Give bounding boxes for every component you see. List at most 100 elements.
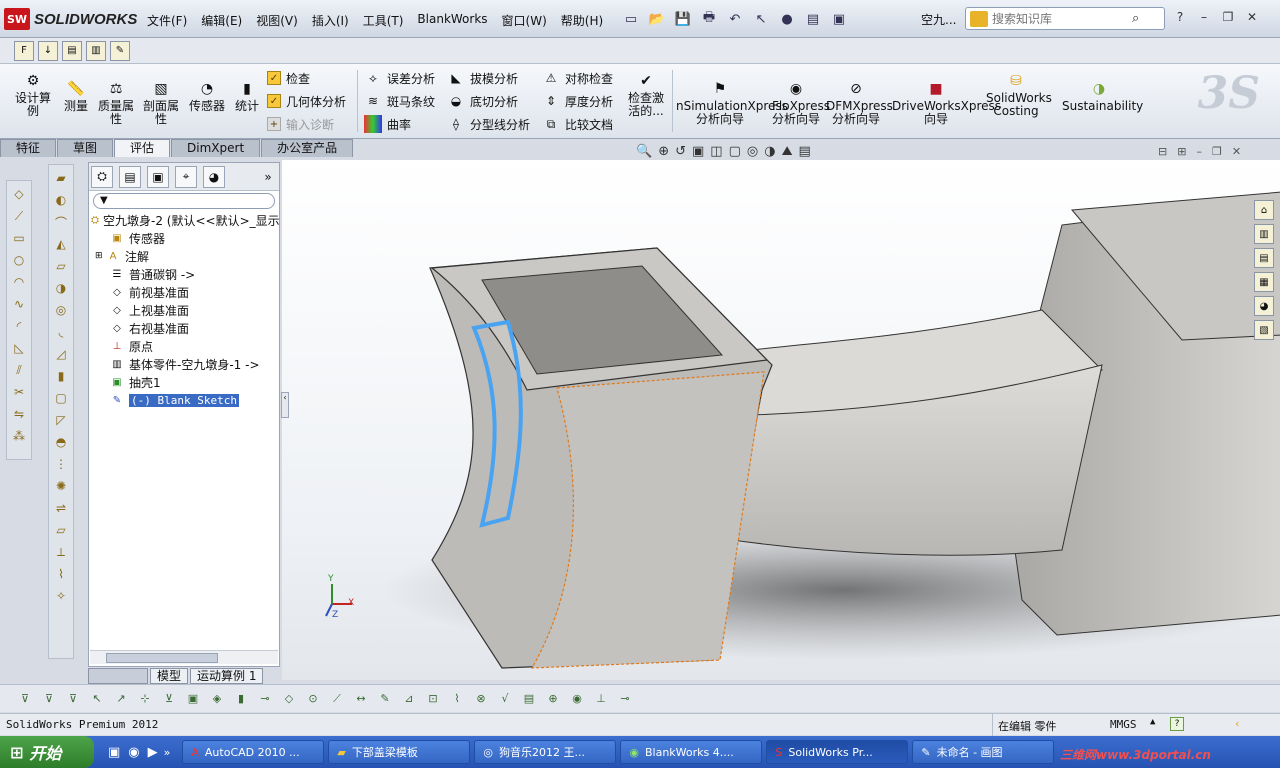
filter-cosmetic-icon[interactable]: ⊗ <box>472 690 490 708</box>
app-logo[interactable]: SW SOLIDWORKS <box>4 7 137 31</box>
graphics-viewport[interactable]: X Y Z ⌂ ▥ ▤ ▦ ◕ ▧ <box>282 160 1280 680</box>
quicklaunch-desktop-icon[interactable]: ▣ <box>108 745 120 760</box>
home-icon[interactable]: ⌂ <box>1254 200 1274 220</box>
filter-faces-icon[interactable]: ▣ <box>184 690 202 708</box>
properties-icon[interactable]: ▧ <box>1254 320 1274 340</box>
mirror-feature-icon[interactable]: ⇌ <box>51 499 71 517</box>
minimize-icon[interactable]: – <box>1194 8 1214 26</box>
filter-gtol-icon[interactable]: ⊿ <box>400 690 418 708</box>
chamfer-feature-icon[interactable]: ◿ <box>51 345 71 363</box>
filter-routing-icon[interactable]: ⊥ <box>592 690 610 708</box>
check-button[interactable]: ✓ 检查 <box>267 68 310 88</box>
menu-insert[interactable]: 插入(I) <box>305 10 356 31</box>
compare-docs-button[interactable]: ⧉ 比较文档 <box>542 114 613 134</box>
fillet-icon[interactable]: ◜ <box>9 317 29 335</box>
quick-tips-icon[interactable]: ? <box>1170 717 1184 731</box>
revolve-icon[interactable]: ◐ <box>51 191 71 209</box>
driveworksxpress-button[interactable]: ■ DriveWorksXpress向导 <box>892 80 1001 126</box>
restore-icon[interactable]: ❐ <box>1218 8 1238 26</box>
filter-off-icon[interactable]: ⊽ <box>40 690 58 708</box>
expand-chevron-icon[interactable]: » <box>257 166 279 188</box>
shell-icon[interactable]: ▢ <box>51 389 71 407</box>
task-folder[interactable]: ▰ 下部盖梁模板 <box>328 740 471 764</box>
menu-window[interactable]: 窗口(W) <box>495 10 554 31</box>
extrude-cut-icon[interactable]: ▱ <box>51 257 71 275</box>
tree-annotations[interactable]: ⊞ A 注解 <box>89 247 279 265</box>
pattern-icon[interactable]: ⁂ <box>9 427 29 445</box>
task-paint[interactable]: ✎ 未命名 - 画图 <box>912 740 1055 764</box>
menu-help[interactable]: 帮助(H) <box>554 10 610 31</box>
viewport-minimize-icon[interactable]: – <box>1196 145 1202 158</box>
filter-axes-icon[interactable]: ⊸ <box>256 690 274 708</box>
expand-plus-icon[interactable]: ⊞ <box>95 251 105 261</box>
select-arrow-icon[interactable]: ↖ <box>750 8 772 30</box>
scene-icon[interactable]: ⛰ <box>782 144 793 159</box>
filter-dowel-icon[interactable]: ◉ <box>568 690 586 708</box>
appearance-icon[interactable]: ◕ <box>1254 296 1274 316</box>
tab-nav-arrows[interactable] <box>88 668 148 684</box>
smart-dimension-icon[interactable]: ◇ <box>9 185 29 203</box>
sustainability-button[interactable]: ◑ Sustainability <box>1062 80 1143 113</box>
plane-icon[interactable]: ▱ <box>51 521 71 539</box>
print-icon[interactable]: 🖶 <box>698 8 720 30</box>
view-settings-icon[interactable]: ▤ <box>799 144 811 159</box>
geometry-analysis-button[interactable]: ✓ 几何体分析 <box>267 91 346 111</box>
dfmxpress-button[interactable]: ⊘ DFMXpress分析向导 <box>826 80 893 126</box>
filter-toggle-icon[interactable]: ⊽ <box>64 690 82 708</box>
help-icon[interactable]: ? <box>1170 8 1190 26</box>
tree-sensors[interactable]: ▣ 传感器 <box>89 229 279 247</box>
tab-dimxpert[interactable]: DimXpert <box>171 139 261 157</box>
viewport-restore-icon[interactable]: ❐ <box>1212 145 1222 158</box>
extrude-boss-icon[interactable]: ▰ <box>51 169 71 187</box>
undo-icon[interactable]: ↶ <box>724 8 746 30</box>
statistics-button[interactable]: ▮ 统计 <box>232 80 262 113</box>
panel-collapse-handle[interactable]: ‹ <box>281 392 289 418</box>
search-box[interactable]: ⌕ <box>965 7 1165 30</box>
rebuild-traffic-icon[interactable]: ● <box>776 8 798 30</box>
spline-icon[interactable]: ∿ <box>9 295 29 313</box>
dome-icon[interactable]: ◓ <box>51 433 71 451</box>
property-manager-tab-icon[interactable]: ▤ <box>119 165 141 188</box>
search-input[interactable] <box>992 11 1132 26</box>
task-music[interactable]: ◎ 狗音乐2012 王... <box>474 740 617 764</box>
tab-motion-study[interactable]: 运动算例 1 <box>190 668 264 684</box>
filter-connection-icon[interactable]: ⊸ <box>616 690 634 708</box>
tree-blank-sketch[interactable]: ✎ (-) Blank Sketch <box>89 391 279 409</box>
measure-button[interactable]: 📏 测量 <box>60 80 92 113</box>
filter-center-marks-icon[interactable]: ⊕ <box>544 690 562 708</box>
quicklaunch-more-icon[interactable]: » <box>164 746 171 759</box>
check-active-button[interactable]: ✔ 检查激活的... <box>624 72 668 118</box>
zoom-area-icon[interactable]: ⊕ <box>658 144 669 159</box>
tab-office[interactable]: 办公室产品 <box>261 139 354 157</box>
section-view-icon[interactable]: ▣ <box>692 144 704 159</box>
tree-root[interactable]: ⛭ 空九墩身-2 (默认<<默认>_显示 <box>89 211 280 229</box>
close-icon[interactable]: ✕ <box>1242 8 1262 26</box>
file-props-icon[interactable]: ▤ <box>802 8 824 30</box>
filter-solids-icon[interactable]: ▮ <box>232 690 250 708</box>
costing-button[interactable]: ⛁ SolidWorks Costing <box>986 72 1052 118</box>
arc-icon[interactable]: ◠ <box>9 273 29 291</box>
zoom-fit-icon[interactable]: 🔍 <box>636 144 652 159</box>
select-pointer-icon[interactable]: ↖ <box>88 690 106 708</box>
import-diagnostics-button[interactable]: + 输入诊断 <box>267 114 334 134</box>
feature-tree-scrollbar[interactable] <box>90 650 278 664</box>
filter-weld-icon[interactable]: ⌇ <box>448 690 466 708</box>
notification-icon[interactable]: ‹ <box>1234 717 1241 730</box>
rectangle-icon[interactable]: ▭ <box>9 229 29 247</box>
undercut-analysis-button[interactable]: ◒ 底切分析 <box>447 91 518 111</box>
split-view-icon[interactable]: ⊟ <box>1158 145 1167 158</box>
feature-tree-tab-icon[interactable]: ⛭ <box>91 165 113 188</box>
filter-planes-icon[interactable]: ◇ <box>280 690 298 708</box>
chart-icon[interactable]: ▥ <box>86 40 106 61</box>
feature-works-icon[interactable]: F <box>14 40 34 61</box>
zebra-stripes-button[interactable]: ≋ 斑马条纹 <box>364 91 435 111</box>
tree-right-plane[interactable]: ◇ 右视基准面 <box>89 319 279 337</box>
trim-icon[interactable]: ✂ <box>9 383 29 401</box>
filter-sketch-points-icon[interactable]: ⊙ <box>304 690 322 708</box>
tree-filter[interactable]: ▼ <box>93 193 275 209</box>
chamfer-icon[interactable]: ◺ <box>9 339 29 357</box>
menu-blankworks[interactable]: BlankWorks <box>410 10 494 31</box>
tree-material[interactable]: ☰ 普通碳钢 -> <box>89 265 279 283</box>
hide-show-icon[interactable]: ◎ <box>747 144 758 159</box>
floxpress-button[interactable]: ◉ FloXpress分析向导 <box>772 80 830 126</box>
